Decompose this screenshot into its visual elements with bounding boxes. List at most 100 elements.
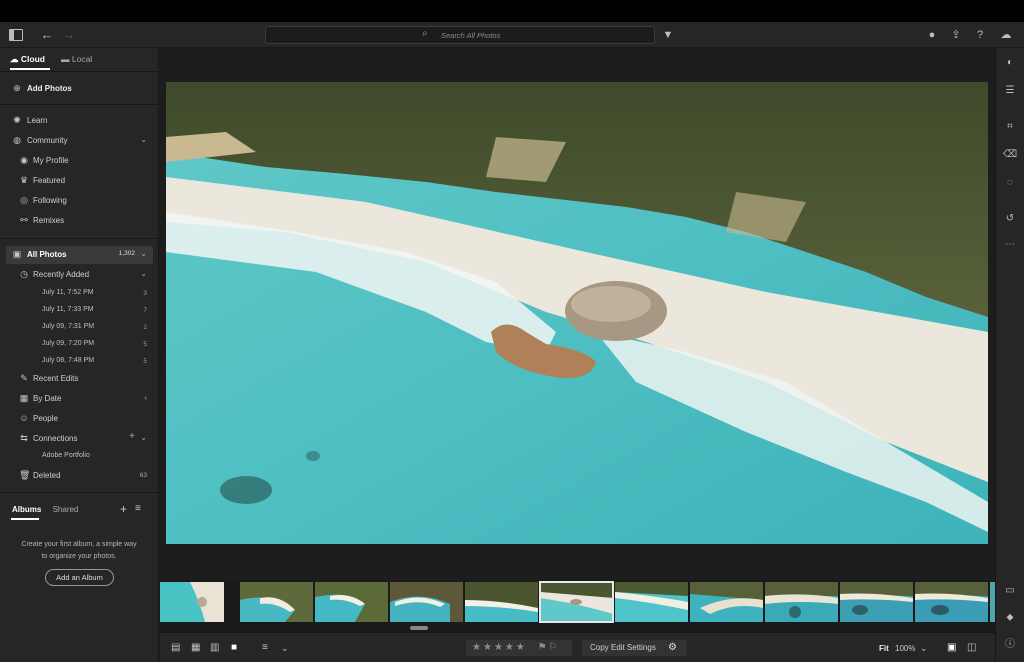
filmstrip-scrollbar[interactable] bbox=[410, 626, 428, 630]
adjust-sliders-icon[interactable]: ☰ bbox=[1003, 84, 1017, 98]
filmstrip-thumb[interactable] bbox=[240, 582, 313, 622]
main-photo[interactable] bbox=[166, 82, 988, 544]
flag-reject-icon[interactable]: ⚐ bbox=[549, 642, 560, 653]
star-icon[interactable]: ★ bbox=[516, 642, 527, 653]
filmstrip-thumb-selected[interactable] bbox=[539, 581, 614, 623]
sidebar-item-people[interactable]: ☺ People bbox=[0, 410, 159, 428]
compare-icon[interactable]: ◫ bbox=[967, 642, 976, 654]
add-album-plus-icon[interactable]: + bbox=[120, 502, 127, 516]
sidebar-item-following[interactable]: ◎ Following bbox=[0, 192, 159, 210]
person-icon: ☺ bbox=[19, 413, 29, 423]
date-item[interactable]: July 08, 7:48 PM 5 bbox=[0, 353, 159, 371]
chevron-down-icon[interactable]: ⌄ bbox=[140, 249, 147, 258]
presets-icon[interactable]: ◐ bbox=[1003, 56, 1017, 70]
add-photos-button[interactable]: ⊕ Add Photos bbox=[0, 80, 159, 98]
share-icon[interactable]: ⇪ bbox=[948, 27, 964, 43]
sidebar-item-my-profile[interactable]: ◉ My Profile bbox=[0, 152, 159, 170]
sidebar-item-recently-added[interactable]: ◷ Recently Added ⌄ bbox=[0, 266, 159, 284]
more-icon[interactable]: ⋯ bbox=[1003, 238, 1017, 252]
sidebar-item-connections[interactable]: ⇆ Connections + ⌄ bbox=[0, 430, 159, 448]
chevron-down-icon[interactable]: ⌄ bbox=[281, 642, 289, 654]
tab-albums[interactable]: Albums bbox=[12, 505, 41, 514]
sidebar-item-community[interactable]: ◍ Community ⌄ bbox=[0, 132, 159, 150]
sidebar-item-learn[interactable]: ✺ Learn bbox=[0, 112, 159, 130]
filmstrip-thumb[interactable] bbox=[390, 582, 463, 622]
info-icon[interactable]: ⓘ bbox=[1003, 638, 1017, 652]
tab-local[interactable]: ▬ Local bbox=[61, 54, 92, 64]
sidebar-item-all-photos[interactable]: ▣ All Photos 1,302 ⌄ bbox=[6, 246, 153, 264]
photo-grid-icon[interactable]: ▦ bbox=[191, 642, 200, 654]
star-icon[interactable]: ★ bbox=[483, 642, 494, 653]
filmstrip-thumb[interactable] bbox=[615, 582, 688, 622]
date-item[interactable]: July 11, 7:52 PM 3 bbox=[0, 285, 159, 303]
albums-empty-message: Create your first album, a simple way to… bbox=[21, 541, 137, 560]
star-icon[interactable]: ★ bbox=[472, 642, 483, 653]
forward-arrow-icon[interactable]: → bbox=[61, 27, 77, 43]
loupe-view-icon[interactable]: ■ bbox=[231, 642, 237, 654]
comment-icon[interactable]: ▭ bbox=[1003, 584, 1017, 598]
sort-icon[interactable]: ≡ bbox=[262, 642, 268, 654]
crop-icon[interactable]: ⌗ bbox=[1003, 120, 1017, 134]
square-grid-icon[interactable]: ▤ bbox=[171, 642, 180, 654]
chevron-down-icon[interactable]: ⌄ bbox=[140, 135, 147, 144]
history-icon[interactable]: ↺ bbox=[1003, 212, 1017, 226]
filter-icon[interactable]: ▼ bbox=[660, 27, 676, 43]
detail-view-icon[interactable]: ▥ bbox=[210, 642, 219, 654]
date-item[interactable]: July 11, 7:33 PM 7 bbox=[0, 302, 159, 320]
photos-icon: ▣ bbox=[12, 249, 22, 259]
chevron-down-icon[interactable]: ⌄ bbox=[140, 269, 147, 278]
star-icon[interactable]: ★ bbox=[494, 642, 505, 653]
beach-photo-image bbox=[166, 82, 988, 544]
divider bbox=[0, 104, 159, 105]
zoom-level[interactable]: 100% bbox=[895, 644, 915, 653]
filmstrip-thumb[interactable] bbox=[765, 582, 838, 622]
filmstrip-thumb[interactable] bbox=[160, 582, 224, 622]
clock-icon: ◷ bbox=[20, 269, 28, 279]
filmstrip-thumb[interactable] bbox=[690, 582, 763, 622]
filmstrip-thumb[interactable] bbox=[915, 582, 988, 622]
sidebar-toggle-icon[interactable] bbox=[9, 29, 23, 41]
sidebar-item-recent-edits[interactable]: ✎ Recent Edits bbox=[0, 370, 159, 388]
calendar-icon: ▦ bbox=[19, 393, 29, 403]
filmstrip-thumb[interactable] bbox=[840, 582, 913, 622]
active-tab-indicator bbox=[10, 68, 50, 70]
zoom-fit-label[interactable]: Fit bbox=[879, 644, 889, 653]
flag-pick-icon[interactable]: ⚑ bbox=[538, 642, 549, 653]
filmstrip-thumb[interactable] bbox=[315, 582, 388, 622]
plus-circle-icon: ⊕ bbox=[13, 83, 21, 93]
add-album-button[interactable]: Add an Album bbox=[45, 569, 114, 586]
filmstrip-toggle-icon[interactable]: ▣ bbox=[947, 642, 956, 654]
sort-icon[interactable]: ≡ bbox=[135, 503, 141, 514]
filmstrip-thumb[interactable] bbox=[990, 582, 995, 622]
top-toolbar: ← → ⌕ Search All Photos ▼ ● ⇪ ? ☁ bbox=[0, 22, 1024, 48]
sidebar-item-featured[interactable]: ♛ Featured bbox=[0, 172, 159, 190]
chevron-down-icon[interactable]: ⌄ bbox=[140, 433, 147, 442]
chevron-down-icon[interactable]: ⌄ bbox=[920, 642, 928, 654]
star-rating[interactable]: ★★★★★ ⚑⚐ bbox=[466, 640, 572, 656]
date-item[interactable]: July 09, 7:31 PM 2 bbox=[0, 319, 159, 337]
search-icon: ⌕ bbox=[422, 28, 428, 39]
search-input[interactable]: ⌕ Search All Photos bbox=[265, 26, 655, 44]
back-arrow-icon[interactable]: ← bbox=[39, 27, 55, 43]
help-icon[interactable]: ? bbox=[972, 27, 988, 43]
tag-icon[interactable]: ⬥ bbox=[1003, 611, 1017, 625]
bell-icon[interactable]: ● bbox=[924, 27, 940, 43]
gear-icon[interactable]: ⚙ bbox=[668, 640, 677, 656]
mask-icon[interactable]: ◌ bbox=[1003, 176, 1017, 190]
sidebar-item-deleted[interactable]: 🗑 Deleted 63 bbox=[0, 467, 159, 485]
eraser-icon[interactable]: ⌫ bbox=[1003, 148, 1017, 162]
filmstrip-thumb[interactable] bbox=[465, 582, 538, 622]
sidebar-item-remixes[interactable]: ⚯ Remixes bbox=[0, 212, 159, 230]
sidebar-item-by-date[interactable]: ▦ By Date ‹ bbox=[0, 390, 159, 408]
plus-icon[interactable]: + bbox=[129, 431, 135, 442]
date-item[interactable]: July 09, 7:20 PM 5 bbox=[0, 336, 159, 354]
copy-edit-settings-button[interactable]: Copy Edit Settings ⚙ bbox=[582, 640, 687, 656]
left-sidebar: ☁ Cloud ▬ Local ⊕ Add Photos ✺ Learn ◍ C… bbox=[0, 48, 159, 662]
right-tool-strip: ◐ ☰ ⌗ ⌫ ◌ ↺ ⋯ ▭ ⬥ ⓘ bbox=[995, 48, 1024, 662]
tab-shared[interactable]: Shared bbox=[53, 505, 79, 514]
tab-cloud[interactable]: ☁ Cloud bbox=[10, 54, 45, 65]
sidebar-item-adobe-portfolio[interactable]: Adobe Portfolio bbox=[0, 448, 159, 466]
cloud-sync-icon[interactable]: ☁ bbox=[998, 27, 1014, 43]
chevron-left-icon[interactable]: ‹ bbox=[144, 393, 147, 402]
star-icon[interactable]: ★ bbox=[505, 642, 516, 653]
